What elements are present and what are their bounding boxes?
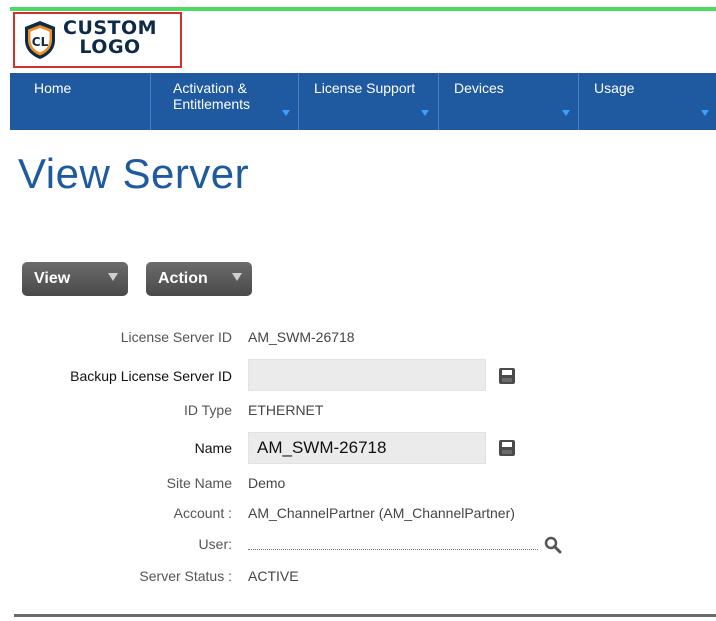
custom-logo[interactable]: CL CUSTOM LOGO	[13, 12, 182, 68]
account-label: Account :	[173, 505, 232, 521]
id-type-value: ETHERNET	[248, 402, 324, 418]
caret-down-icon[interactable]	[421, 110, 429, 116]
backup-license-server-id-field[interactable]	[248, 359, 486, 391]
nav-item-devices[interactable]: Devices	[454, 80, 504, 96]
caret-down-icon[interactable]	[282, 110, 290, 116]
name-field[interactable]: AM_SWM-26718	[248, 432, 486, 464]
svg-text:CL: CL	[32, 35, 49, 49]
name-label: Name	[194, 440, 232, 456]
server-status-label: Server Status :	[139, 568, 232, 584]
license-server-id-label: License Server ID	[120, 329, 232, 345]
nav-divider	[438, 73, 439, 130]
backup-license-server-id-label: Backup License Server ID	[70, 368, 232, 384]
action-menu-button[interactable]: Action	[146, 262, 252, 296]
save-name-floppy-icon[interactable]	[499, 440, 515, 456]
action-button-label: Action	[158, 270, 208, 287]
nav-item-usage[interactable]: Usage	[594, 80, 634, 96]
license-server-id-value: AM_SWM-26718	[248, 329, 355, 345]
logo-wordmark: CUSTOM LOGO	[63, 19, 157, 57]
nav-item-label: Usage	[594, 80, 635, 96]
nav-item-label: Devices	[454, 80, 504, 96]
site-name-value: Demo	[248, 475, 286, 491]
nav-item-license-support[interactable]: License Support	[314, 80, 415, 96]
nav-item-label: License Support	[314, 80, 416, 96]
caret-down-icon	[108, 273, 118, 281]
caret-down-icon[interactable]	[701, 110, 709, 116]
logo-line-2: LOGO	[79, 36, 141, 58]
shield-logo-icon: CL	[25, 21, 55, 59]
save-backup-floppy-icon[interactable]	[499, 368, 515, 384]
account-value: AM_ChannelPartner (AM_ChannelPartner)	[248, 505, 515, 521]
nav-item-label: Activation &	[173, 80, 247, 96]
page-title: View Server	[18, 150, 250, 197]
nav-divider	[298, 73, 299, 130]
view-button-label: View	[34, 270, 71, 287]
caret-down-icon	[232, 273, 242, 281]
nav-divider	[578, 73, 579, 130]
nav-item-activation-entitlements[interactable]: Activation & Entitlements	[173, 80, 250, 112]
user-label: User:	[198, 536, 232, 552]
magnifier-icon[interactable]	[544, 536, 562, 554]
server-status-value: ACTIVE	[248, 568, 299, 584]
main-nav: Home Activation & Entitlements License S…	[10, 73, 716, 130]
view-menu-button[interactable]: View	[22, 262, 128, 296]
nav-item-label: Home	[34, 80, 72, 96]
nav-divider	[150, 73, 151, 130]
user-lookup-field[interactable]	[248, 549, 538, 550]
nav-item-label-2: Entitlements	[173, 96, 251, 112]
bottom-divider	[14, 614, 716, 617]
caret-down-icon[interactable]	[562, 110, 570, 116]
site-name-label: Site Name	[166, 475, 232, 491]
top-accent-bar	[10, 7, 716, 11]
id-type-label: ID Type	[184, 402, 232, 418]
nav-item-home[interactable]: Home	[34, 80, 71, 96]
